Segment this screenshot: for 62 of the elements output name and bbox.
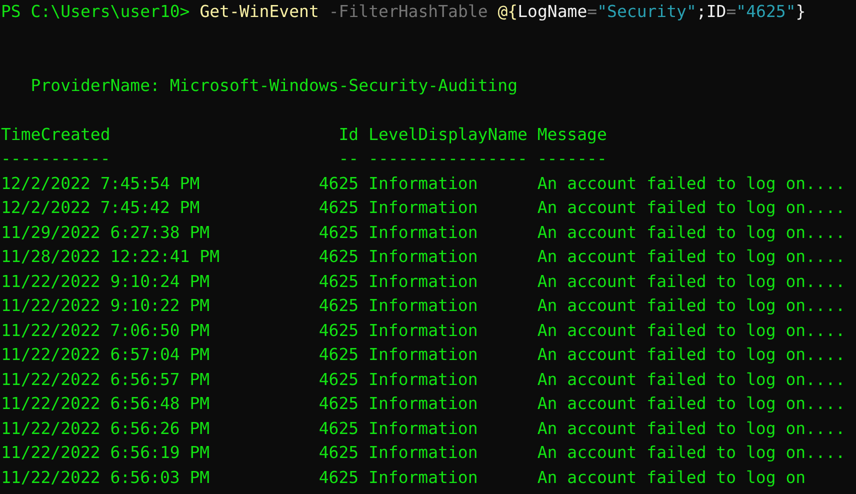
table-cell-text: Information <box>368 320 478 342</box>
table-cell-text: 4625 <box>318 393 359 415</box>
table-cell-text: An account failed to log on.... <box>537 222 846 244</box>
table-cell-text: An account failed to log on.... <box>537 295 846 317</box>
table-cell-text: 4625 <box>318 172 359 194</box>
table-cell-text: 4625 <box>318 466 359 488</box>
table-cell-text: 11/28/2022 12:22:41 PM <box>1 246 220 268</box>
table-cell-text: Information <box>368 246 478 268</box>
command-line: PS C:\Users\user10> Get-WinEvent -FilterHashTable @{LogName="Security";ID="4625"} <box>1 1 806 23</box>
table-cell-text: 4625 <box>318 368 359 390</box>
table-cell-text: 4625 <box>318 246 359 268</box>
table-cell-text: 11/22/2022 6:56:19 PM <box>1 442 210 464</box>
table-cell-text: Information <box>368 442 478 464</box>
table-cell-text: 11/22/2022 6:56:57 PM <box>1 368 210 390</box>
table-cell-text: 4625 <box>318 442 359 464</box>
table-cell-text: 4625 <box>318 222 359 244</box>
header-underline: ------- <box>537 148 607 170</box>
table-cell-text: Information <box>368 270 478 292</box>
column-header: TimeCreated <box>1 124 110 146</box>
table-cell-text: Information <box>368 344 478 366</box>
table-cell-text: An account failed to log on.... <box>537 393 846 415</box>
table-cell-text: An account failed to log on <box>537 466 806 488</box>
table-cell-text: Information <box>368 197 478 219</box>
table-cell-text: An account failed to log on.... <box>537 368 846 390</box>
table-cell-text: An account failed to log on.... <box>537 270 846 292</box>
header-underline: ----------- <box>1 148 110 170</box>
table-cell-text: 11/22/2022 6:56:48 PM <box>1 393 210 415</box>
table-cell-text: 4625 <box>318 344 359 366</box>
table-cell-text: 11/22/2022 6:57:04 PM <box>1 344 210 366</box>
table-cell-text: An account failed to log on.... <box>537 442 846 464</box>
table-cell-text: 11/22/2022 6:56:26 PM <box>1 418 210 440</box>
column-header: LevelDisplayName <box>368 124 528 146</box>
table-cell-text: 4625 <box>318 270 359 292</box>
table-cell-text: An account failed to log on.... <box>537 246 846 268</box>
column-header: Id <box>338 124 359 146</box>
table-cell-text: 4625 <box>318 295 359 317</box>
column-header: Message <box>537 124 607 146</box>
header-underline: ---------------- <box>368 148 528 170</box>
table-cell-text: 4625 <box>318 197 359 219</box>
table-cell-text: Information <box>368 368 478 390</box>
table-cell-text: An account failed to log on.... <box>537 344 846 366</box>
table-cell-text: Information <box>368 222 478 244</box>
table-cell-text: 11/29/2022 6:27:38 PM <box>1 222 210 244</box>
table-cell-text: Information <box>368 418 478 440</box>
table-cell-text: 12/2/2022 7:45:54 PM <box>1 172 200 194</box>
table-cell-text: 4625 <box>318 418 359 440</box>
provider-name: ProviderName: Microsoft-Windows-Security-Auditing <box>30 74 518 96</box>
table-cell-text: 11/22/2022 9:10:22 PM <box>1 295 210 317</box>
table-cell-text: 11/22/2022 7:06:50 PM <box>1 320 210 342</box>
table-cell-text: An account failed to log on.... <box>537 418 846 440</box>
table-cell-text: Information <box>368 172 478 194</box>
table-cell-text: Information <box>368 295 478 317</box>
table-cell-text: An account failed to log on.... <box>537 172 846 194</box>
table-cell-text: Information <box>368 466 478 488</box>
header-underline: -- <box>338 148 359 170</box>
table-cell-text: 4625 <box>318 320 359 342</box>
table-cell-text: 11/22/2022 9:10:24 PM <box>1 270 210 292</box>
table-cell-text: An account failed to log on.... <box>537 320 846 342</box>
table-cell-text: An account failed to log on.... <box>537 197 846 219</box>
table-cell-text: 12/2/2022 7:45:42 PM <box>1 197 200 219</box>
table-cell-text: Information <box>368 393 478 415</box>
table-cell-text: 11/22/2022 6:56:03 PM <box>1 466 210 488</box>
